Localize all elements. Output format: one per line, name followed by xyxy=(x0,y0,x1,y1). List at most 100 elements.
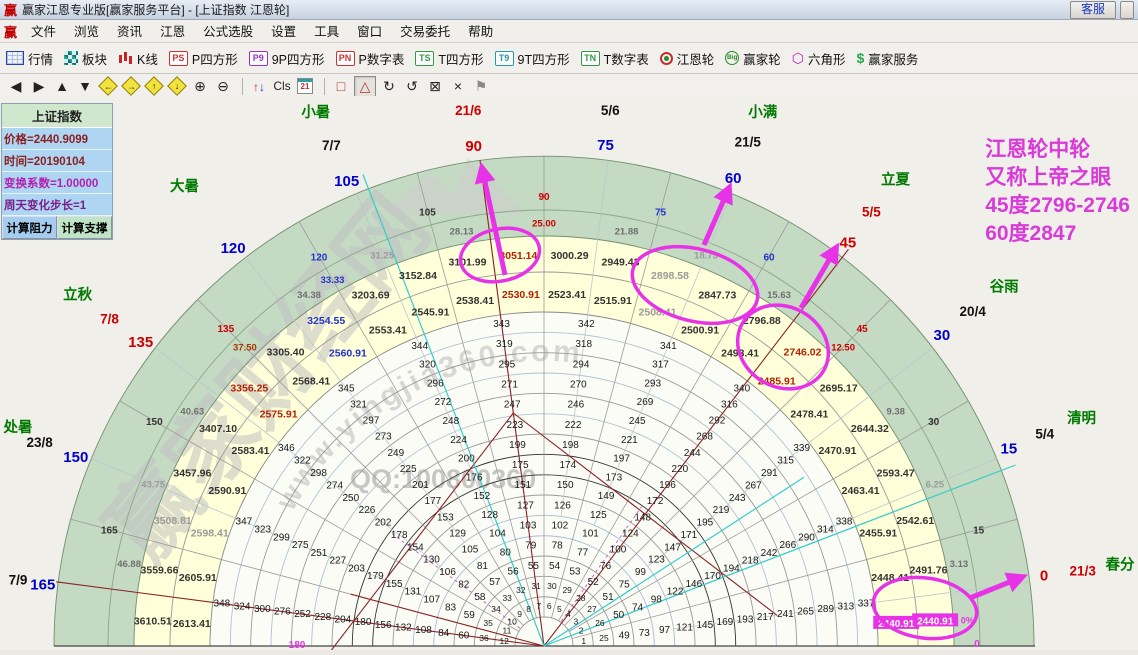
svg-text:105: 105 xyxy=(334,173,359,190)
menu-item-settings[interactable]: 设置 xyxy=(262,23,305,41)
svg-text:179: 179 xyxy=(367,571,384,582)
tool-diamond-left-icon[interactable]: ← xyxy=(98,77,118,96)
menu-item-trade-entrust[interactable]: 交易委托 xyxy=(391,23,459,41)
svg-text:108: 108 xyxy=(415,625,432,636)
toolbar-item-gann-wheel[interactable]: 江恩轮 xyxy=(660,49,715,68)
svg-text:5/6: 5/6 xyxy=(601,103,620,118)
menu-item-formula-stock-pick[interactable]: 公式选股 xyxy=(194,23,262,41)
svg-text:2613.41: 2613.41 xyxy=(173,618,211,630)
svg-text:295: 295 xyxy=(499,359,516,370)
svg-text:50: 50 xyxy=(613,610,625,621)
svg-text:2478.41: 2478.41 xyxy=(790,408,828,420)
tool-scatter-x-icon[interactable]: × xyxy=(448,77,468,96)
chart-area: 上证指数 价格=2440.9099时间=20190104变换系数=1.00000… xyxy=(0,96,1138,650)
menu-item-window[interactable]: 窗口 xyxy=(348,23,391,41)
tool-triangle-tool-icon[interactable]: △ xyxy=(354,76,376,97)
svg-text:2500.91: 2500.91 xyxy=(681,324,719,336)
menu-item-browse[interactable]: 浏览 xyxy=(65,23,108,41)
svg-text:135: 135 xyxy=(128,334,153,351)
tool-flag-icon[interactable]: ⚑ xyxy=(471,77,491,96)
toolbar-item-9t-square[interactable]: T99T四方形 xyxy=(495,49,570,68)
calc-support-button[interactable]: 计算支撑 xyxy=(57,216,112,239)
calc-resistance-button[interactable]: 计算阻力 xyxy=(2,216,57,239)
tool-prev-icon[interactable]: ◀ xyxy=(6,77,26,96)
tool-t-updown-icon[interactable]: ↑↓ xyxy=(249,77,269,96)
svg-text:2695.17: 2695.17 xyxy=(820,383,858,395)
svg-text:59: 59 xyxy=(464,610,476,621)
svg-text:9.38: 9.38 xyxy=(886,407,905,418)
menu-item-help[interactable]: 帮助 xyxy=(459,23,502,41)
cutoff-button[interactable] xyxy=(1120,1,1134,19)
tool-rotate-cw-icon[interactable]: ↻ xyxy=(379,77,399,96)
tool-diamond-up-icon[interactable]: ↑ xyxy=(144,77,164,96)
toolbar-item-p-square[interactable]: PSP四方形 xyxy=(169,49,238,68)
tool-box-x-icon[interactable]: ⊠ xyxy=(425,77,445,96)
menu-item-gann[interactable]: 江恩 xyxy=(151,23,194,41)
app-logo-icon: 赢 xyxy=(4,0,17,19)
tool-pointer-up-icon[interactable]: ▲ xyxy=(52,77,72,96)
svg-text:73: 73 xyxy=(639,628,651,639)
svg-text:180: 180 xyxy=(355,617,372,628)
toolbar-item-quotes[interactable]: 行情 xyxy=(6,49,53,68)
svg-text:217: 217 xyxy=(757,612,774,623)
svg-text:105: 105 xyxy=(462,545,479,556)
svg-text:154: 154 xyxy=(407,542,424,553)
svg-text:273: 273 xyxy=(375,432,392,443)
panel-title: 上证指数 xyxy=(2,104,112,128)
annotation-line: 60度2847 xyxy=(985,220,1130,248)
svg-text:52: 52 xyxy=(588,577,600,588)
svg-text:11: 11 xyxy=(502,626,511,636)
svg-text:7/7: 7/7 xyxy=(322,138,341,153)
svg-text:266: 266 xyxy=(779,540,796,551)
svg-text:223: 223 xyxy=(507,420,524,431)
toolbar-item-winner-wheel[interactable]: Big赢家轮 xyxy=(725,49,781,68)
svg-text:2545.91: 2545.91 xyxy=(412,307,450,319)
tool-zoom-out-icon[interactable]: ⊖ xyxy=(213,77,233,96)
tool-diamond-right-icon[interactable]: → xyxy=(121,77,141,96)
tool-cls[interactable]: Cls xyxy=(272,77,292,96)
svg-text:342: 342 xyxy=(578,319,595,330)
grid-icon xyxy=(6,51,24,65)
svg-text:15: 15 xyxy=(1001,441,1018,458)
svg-text:200: 200 xyxy=(458,454,475,465)
tool-rotate-ccw-icon[interactable]: ↺ xyxy=(402,77,422,96)
toolbar-item-kline[interactable]: K线 xyxy=(118,49,158,68)
svg-text:242: 242 xyxy=(761,548,778,559)
tool-next-icon[interactable]: ▶ xyxy=(29,77,49,96)
svg-text:3152.84: 3152.84 xyxy=(399,270,437,282)
toolbar-item-sectors[interactable]: 板块 xyxy=(64,49,107,68)
toolbar-item-9p-square[interactable]: P99P四方形 xyxy=(249,49,325,68)
svg-text:348: 348 xyxy=(214,599,231,610)
menu-item-tools[interactable]: 工具 xyxy=(305,23,348,41)
customer-service-button[interactable]: 客服 xyxy=(1070,1,1116,19)
watermark-qq: QQ:100800360 xyxy=(350,464,536,494)
svg-text:276: 276 xyxy=(274,607,291,618)
toolbar-item-t-number-table[interactable]: TNT数字表 xyxy=(581,49,649,68)
tool-calendar-icon[interactable]: 21 xyxy=(295,77,315,96)
toolbar-item-hexagon[interactable]: ⬡六角形 xyxy=(792,49,846,68)
menu-item-news[interactable]: 资讯 xyxy=(108,23,151,41)
tool-zoom-in-icon[interactable]: ⊕ xyxy=(190,77,210,96)
svg-text:78: 78 xyxy=(552,541,564,552)
toolbar-item-p-number-table[interactable]: PNP数字表 xyxy=(336,49,405,68)
solar-term-label: 谷雨 xyxy=(990,278,1019,295)
svg-text:155: 155 xyxy=(386,579,403,590)
tool-pointer-down-icon[interactable]: ▼ xyxy=(75,77,95,96)
svg-text:51: 51 xyxy=(603,592,615,603)
annotation-line: 45度2796-2746 xyxy=(985,192,1130,220)
toolbar-item-t-square[interactable]: TST四方形 xyxy=(415,49,483,68)
menu-item-file[interactable]: 文件 xyxy=(22,23,65,41)
svg-text:195: 195 xyxy=(697,518,714,529)
tool-square-tool-icon[interactable]: □ xyxy=(331,77,351,96)
svg-text:15.63: 15.63 xyxy=(767,290,791,301)
toolbar-item-winner-service[interactable]: $赢家服务 xyxy=(857,49,919,68)
toolbar-item-label: 赢家轮 xyxy=(743,49,781,68)
svg-text:197: 197 xyxy=(613,454,630,465)
tool-diamond-down-icon[interactable]: ↓ xyxy=(167,77,187,96)
svg-text:145: 145 xyxy=(696,620,713,631)
svg-text:27: 27 xyxy=(587,604,597,614)
svg-text:9: 9 xyxy=(517,609,522,619)
svg-text:175: 175 xyxy=(512,460,529,471)
gann-wheel-canvas[interactable]: 赢家财经网www.yingjia360.comQQ:10080036012345… xyxy=(0,96,1138,650)
svg-text:40.63: 40.63 xyxy=(180,407,204,418)
